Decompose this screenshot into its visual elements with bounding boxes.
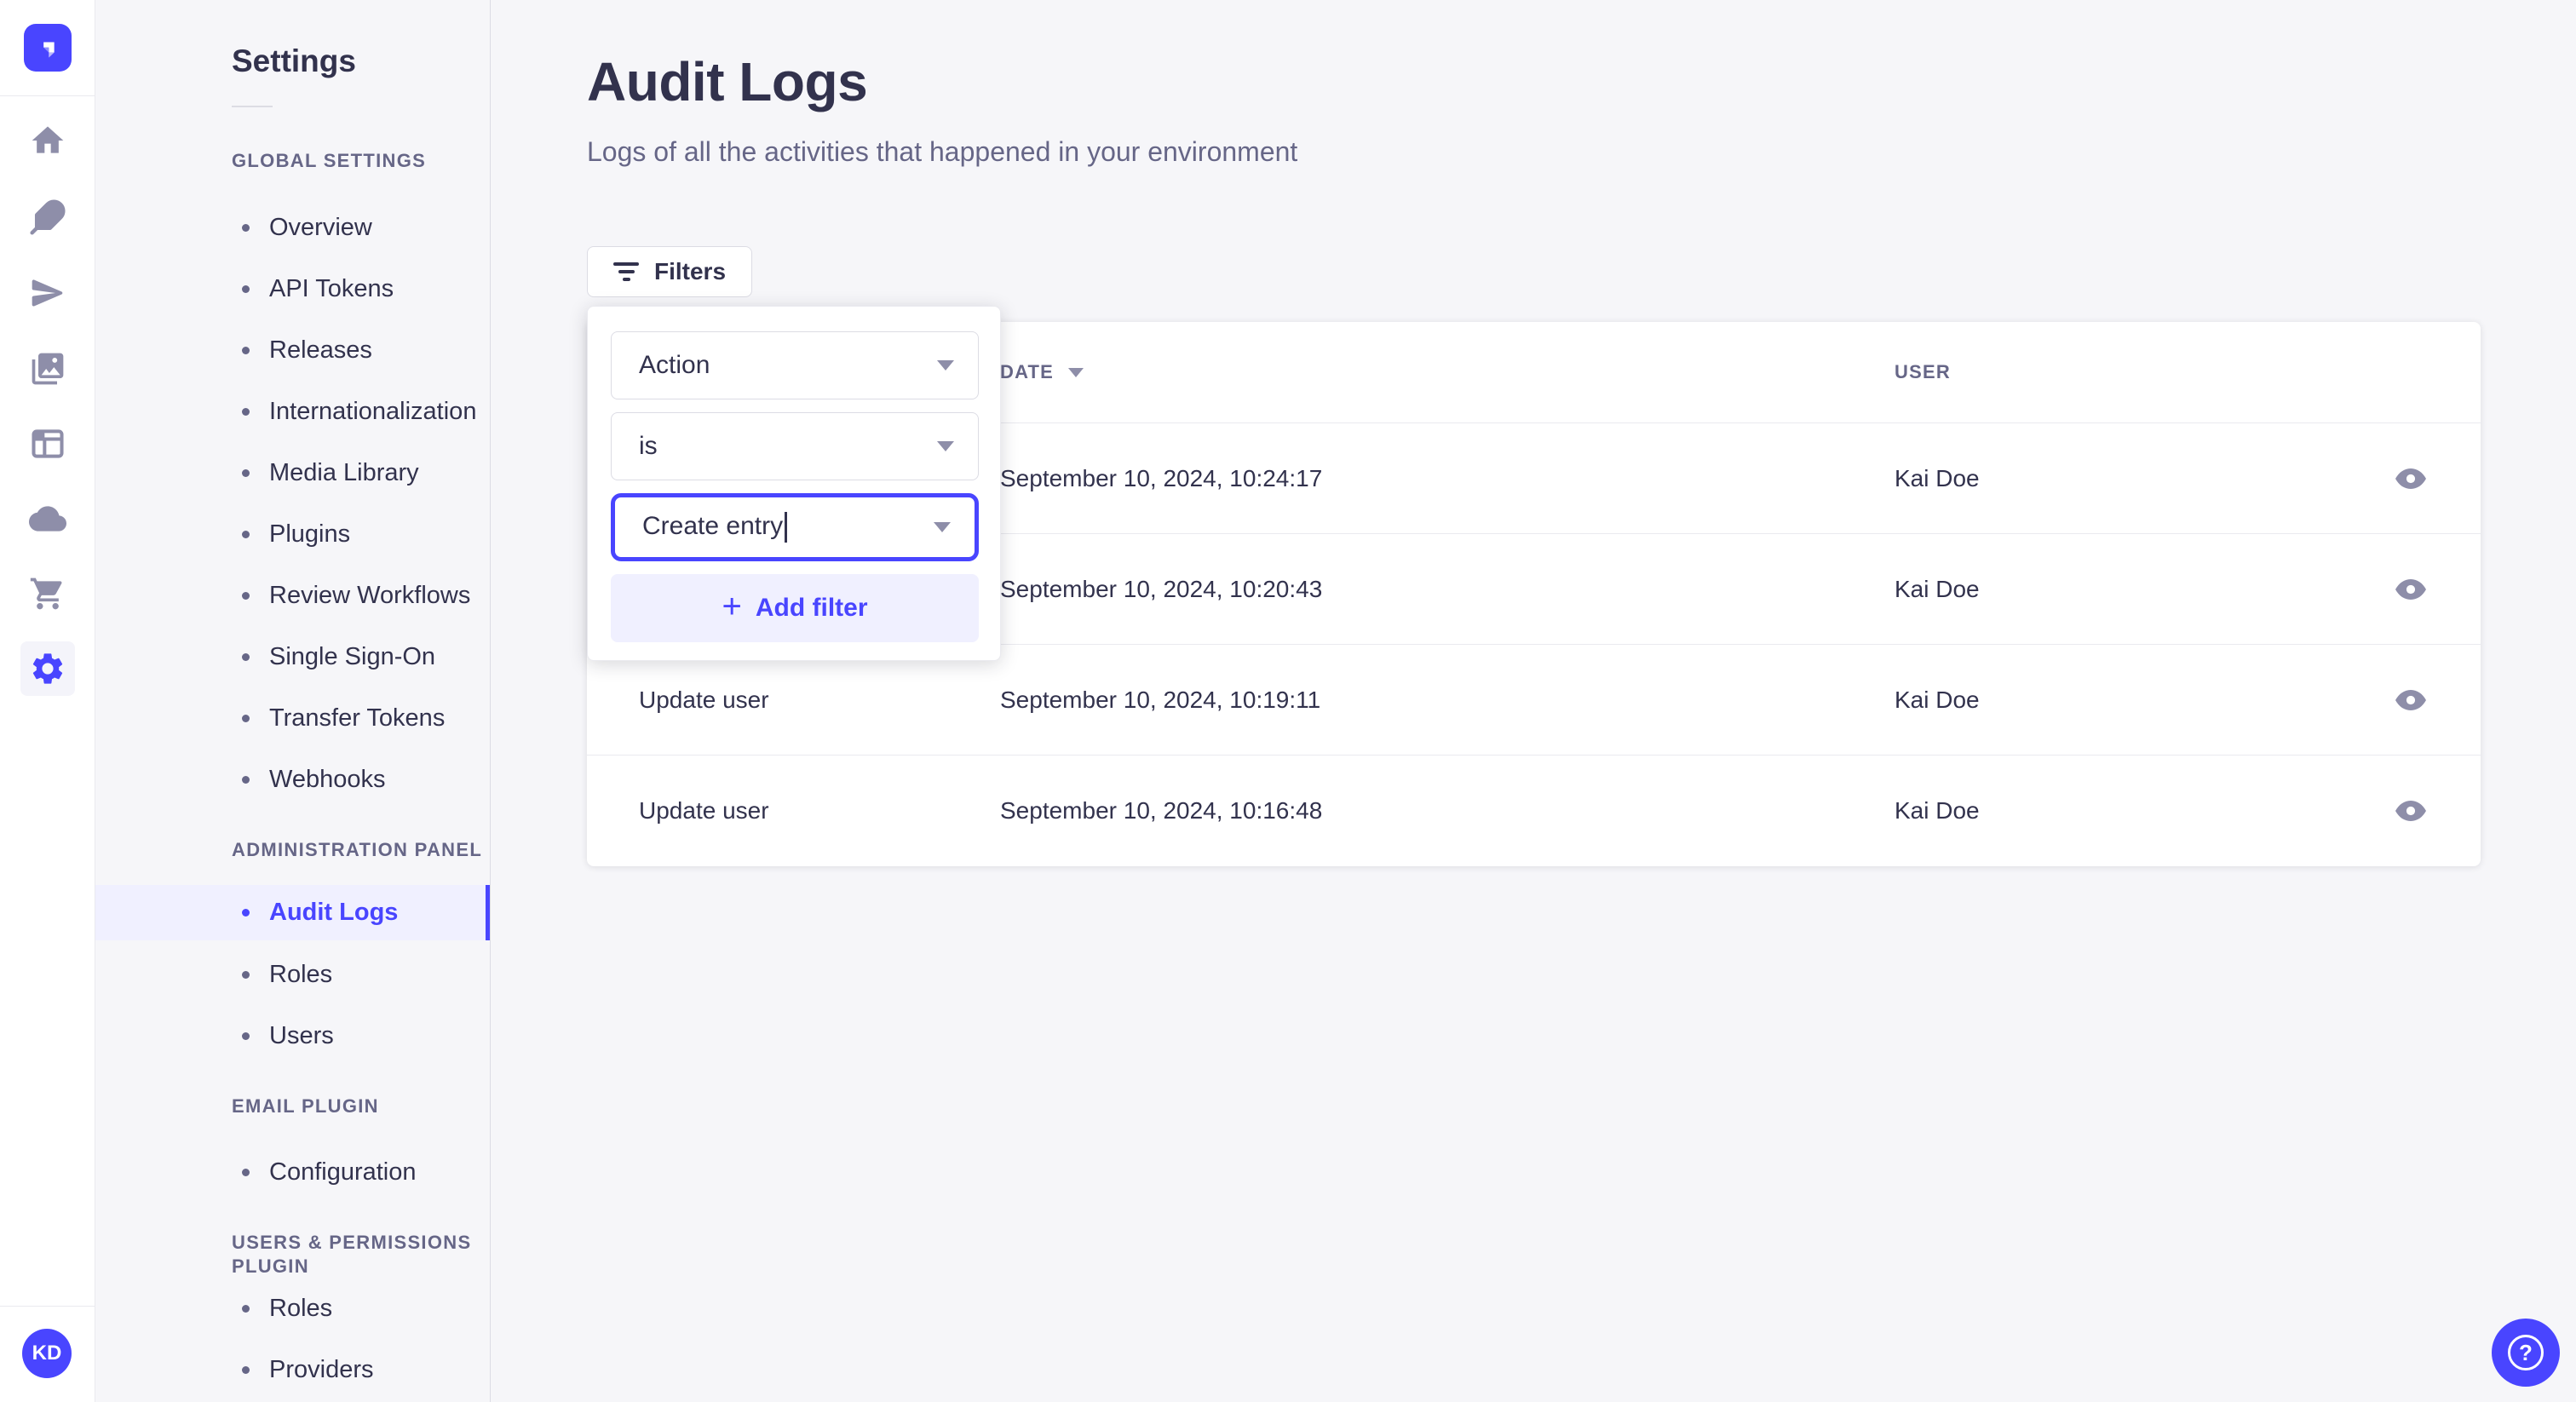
filter-value-text: Create entry [642, 512, 788, 543]
strapi-logo[interactable] [24, 24, 72, 72]
feather-icon[interactable] [20, 190, 75, 244]
cell-date: September 10, 2024, 10:19:11 [1000, 686, 1321, 713]
cell-user: Kai Doe [1895, 575, 1980, 602]
section-global-settings: GLOBAL SETTINGS [232, 150, 427, 171]
cell-user: Kai Doe [1895, 797, 1980, 824]
subnav-divider [232, 106, 273, 107]
filter-popover: Action is Create entry + Add filter [587, 306, 1001, 661]
text-cursor [785, 512, 788, 543]
user-avatar[interactable]: KD [22, 1329, 72, 1378]
view-details-button[interactable] [2389, 683, 2433, 717]
bullet-icon [242, 530, 250, 538]
cell-action: Update user [639, 797, 769, 824]
page-subtitle: Logs of all the activities that happened… [587, 136, 1298, 167]
chevron-down-icon [934, 522, 951, 532]
rail-divider [0, 95, 95, 96]
main-content: Audit Logs Logs of all the activities th… [491, 0, 2576, 1402]
question-mark-icon: ? [2508, 1335, 2544, 1370]
bullet-icon [242, 1304, 250, 1313]
filter-field-select[interactable]: Action [611, 331, 979, 399]
bullet-icon [242, 652, 250, 661]
sidebar-item-review-workflows[interactable]: Review Workflows [95, 565, 490, 626]
sidebar-item-transfer-tokens[interactable]: Transfer Tokens [95, 687, 490, 749]
column-header-date[interactable]: DATE [1000, 361, 1895, 383]
section-email-plugin: EMAIL PLUGIN [232, 1095, 379, 1117]
cell-date: September 10, 2024, 10:20:43 [1000, 575, 1323, 602]
filter-value-select[interactable]: Create entry [611, 493, 979, 561]
sidebar-item-plugins[interactable]: Plugins [95, 503, 490, 565]
view-details-button[interactable] [2389, 572, 2433, 606]
bullet-icon [242, 714, 250, 722]
sort-desc-icon [1068, 367, 1084, 377]
bullet-icon [242, 1365, 250, 1374]
cloud-icon[interactable] [20, 491, 75, 546]
add-filter-label: Add filter [755, 594, 868, 622]
settings-subnav: Settings GLOBAL SETTINGS Overview API To… [95, 0, 491, 1402]
section-users-permissions-plugin: USERS & PERMISSIONS PLUGIN [232, 1232, 472, 1277]
strapi-logo-icon [43, 42, 55, 58]
paper-plane-icon[interactable] [20, 266, 75, 320]
bullet-icon [242, 1031, 250, 1040]
sidebar-item-media-library[interactable]: Media Library [95, 442, 490, 503]
bullet-icon [242, 909, 250, 916]
bullet-icon [242, 468, 250, 477]
sidebar-item-overview[interactable]: Overview [95, 197, 490, 258]
sidebar-item-webhooks[interactable]: Webhooks [95, 749, 490, 810]
layout-icon[interactable] [20, 417, 75, 471]
bullet-icon [242, 223, 250, 232]
bullet-icon [242, 970, 250, 979]
home-icon[interactable] [20, 113, 75, 168]
cart-icon[interactable] [20, 566, 75, 621]
page-title: Audit Logs [587, 51, 868, 112]
sidebar-item-users[interactable]: Users [95, 1005, 490, 1066]
sidebar-item-releases[interactable]: Releases [95, 319, 490, 381]
sidebar-item-providers[interactable]: Providers [95, 1339, 490, 1400]
cell-user: Kai Doe [1895, 686, 1980, 713]
plus-icon: + [722, 588, 742, 625]
settings-icon[interactable] [20, 641, 75, 696]
filter-icon [613, 262, 639, 281]
sidebar-item-roles[interactable]: Roles [95, 944, 490, 1005]
cell-date: September 10, 2024, 10:16:48 [1000, 797, 1323, 824]
section-administration-panel: ADMINISTRATION PANEL [232, 839, 483, 860]
table-row[interactable]: Update user September 10, 2024, 10:16:48… [587, 756, 2481, 866]
eye-icon [2395, 689, 2426, 710]
chevron-down-icon [937, 360, 954, 371]
filter-operator-value: is [639, 432, 658, 460]
cell-action: Update user [639, 686, 769, 713]
sidebar-item-internationalization[interactable]: Internationalization [95, 381, 490, 442]
sidebar-item-api-tokens[interactable]: API Tokens [95, 258, 490, 319]
add-filter-button[interactable]: + Add filter [611, 574, 979, 642]
bullet-icon [242, 775, 250, 784]
chevron-down-icon [937, 441, 954, 451]
eye-icon [2395, 578, 2426, 600]
cell-date: September 10, 2024, 10:24:17 [1000, 464, 1323, 491]
cell-user: Kai Doe [1895, 464, 1980, 491]
bullet-icon [242, 346, 250, 354]
sidebar-item-up-roles[interactable]: Roles [95, 1278, 490, 1339]
eye-icon [2395, 801, 2426, 821]
sidebar-item-single-sign-on[interactable]: Single Sign-On [95, 626, 490, 687]
bullet-icon [242, 284, 250, 293]
media-library-icon[interactable] [20, 342, 75, 396]
rail-bottom-divider [0, 1306, 95, 1307]
filters-button[interactable]: Filters [587, 246, 753, 297]
column-header-user[interactable]: USER [1895, 361, 2366, 383]
filter-field-value: Action [639, 351, 710, 379]
main-nav-rail: KD [0, 0, 95, 1402]
bullet-icon [242, 1168, 250, 1176]
table-row[interactable]: Update user September 10, 2024, 10:19:11… [587, 645, 2481, 756]
subnav-title: Settings [232, 43, 356, 78]
sidebar-item-audit-logs[interactable]: Audit Logs [95, 885, 490, 940]
filters-button-label: Filters [654, 258, 727, 284]
bullet-icon [242, 407, 250, 416]
help-button[interactable]: ? [2492, 1319, 2560, 1387]
sidebar-item-configuration[interactable]: Configuration [95, 1141, 490, 1203]
view-details-button[interactable] [2389, 794, 2433, 828]
view-details-button[interactable] [2389, 462, 2433, 496]
bullet-icon [242, 591, 250, 600]
eye-icon [2395, 468, 2426, 489]
filter-operator-select[interactable]: is [611, 412, 979, 480]
